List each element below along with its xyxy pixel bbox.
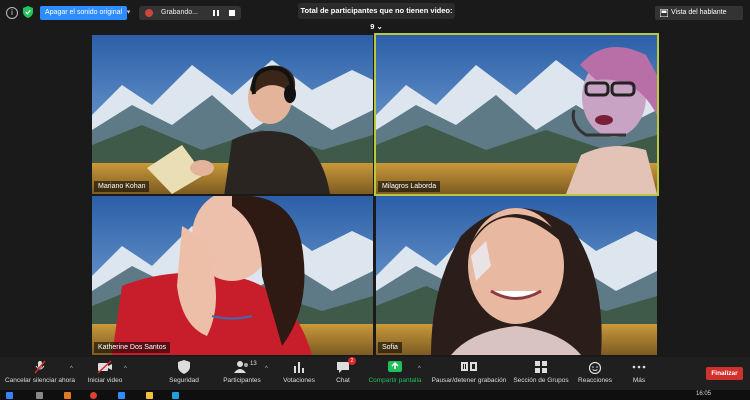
meeting-toolbar: Cancelar silenciar ahora ^ Iniciar video…	[0, 357, 750, 390]
participant-name: Mariano Kohan	[94, 181, 150, 192]
recording-control-label: Pausar/detener grabación	[431, 377, 507, 384]
chat-button[interactable]: 2 Chat	[330, 357, 356, 384]
chat-badge: 2	[348, 357, 356, 365]
participants-without-video-dropdown[interactable]: Total de participantes que no tienen vid…	[298, 3, 455, 31]
info-icon[interactable]: i	[6, 7, 18, 19]
recording-label: Grabando...	[161, 9, 198, 16]
folder-icon[interactable]	[146, 392, 153, 399]
zoom-app-icon[interactable]	[118, 392, 125, 399]
end-meeting-button[interactable]: Finalizar	[706, 367, 743, 380]
participant-name: Milagros Laborda	[378, 181, 441, 192]
breakout-rooms-icon	[535, 361, 547, 373]
people-icon	[234, 361, 248, 373]
meeting-top-bar: i Apagar el sonido original ▾ Grabando..…	[0, 0, 750, 31]
participant-video	[112, 196, 312, 355]
polls-button[interactable]: Votaciones	[281, 360, 317, 384]
pause-icon[interactable]	[213, 10, 219, 16]
unmute-label: Cancelar silenciar ahora	[4, 377, 76, 384]
chevron-up-icon[interactable]: ^	[265, 366, 268, 372]
chrome-icon[interactable]	[90, 392, 97, 399]
speaker-view-label: Vista del hablante	[671, 9, 727, 16]
start-video-button[interactable]: Iniciar video	[84, 360, 126, 384]
participants-count: 13	[250, 361, 257, 367]
breakout-rooms-button[interactable]: Sección de Grupos	[512, 360, 570, 384]
video-tile-katherine[interactable]: Katherine Dos Santos	[92, 196, 373, 355]
share-screen-icon	[388, 361, 402, 372]
participants-banner-label: Total de participantes que no tienen vid…	[300, 6, 453, 31]
video-off-icon	[97, 360, 112, 374]
unmute-button[interactable]: Cancelar silenciar ahora	[4, 360, 76, 384]
original-sound-button[interactable]: Apagar el sonido original	[40, 6, 128, 20]
more-dots-icon	[632, 365, 646, 369]
chevron-down-icon[interactable]: ▾	[124, 6, 133, 20]
video-tile-sofia[interactable]: Sofia	[376, 196, 657, 355]
shield-icon	[178, 360, 190, 374]
chat-label: Chat	[336, 377, 350, 384]
app-icon[interactable]	[172, 392, 179, 399]
recording-indicator: Grabando...	[139, 6, 241, 20]
participant-video	[431, 208, 602, 355]
security-shield-icon[interactable]	[23, 6, 33, 18]
security-label: Seguridad	[169, 377, 199, 384]
taskview-icon[interactable]	[36, 392, 43, 399]
more-button[interactable]: Más	[626, 360, 652, 384]
video-tile-mariano[interactable]: Mariano Kohan	[92, 35, 373, 194]
share-screen-button[interactable]: Compartir pantalla	[366, 360, 424, 384]
share-screen-label: Compartir pantalla	[368, 377, 422, 384]
start-video-label: Iniciar video	[87, 377, 123, 384]
chevron-up-icon[interactable]: ^	[124, 366, 127, 372]
participant-video	[147, 65, 330, 194]
security-button[interactable]: Seguridad	[164, 360, 204, 384]
pause-stop-icon	[461, 362, 477, 371]
participant-video	[566, 47, 657, 194]
video-tile-milagros[interactable]: Milagros Laborda	[374, 33, 659, 196]
participant-name: Sofia	[378, 342, 402, 353]
layout-icon	[660, 9, 668, 17]
chevron-up-icon[interactable]: ^	[418, 366, 421, 372]
reactions-label: Reacciones	[578, 377, 612, 384]
app-icon[interactable]	[64, 392, 71, 399]
stop-icon[interactable]	[229, 10, 235, 16]
more-label: Más	[632, 377, 646, 384]
microphone-muted-icon	[34, 360, 46, 374]
chevron-up-icon[interactable]: ^	[70, 366, 73, 372]
windows-start-icon[interactable]	[6, 392, 13, 399]
record-dot-icon	[145, 9, 153, 17]
polls-label: Votaciones	[283, 377, 315, 384]
pause-stop-recording-button[interactable]: Pausar/detener grabación	[430, 360, 508, 384]
speaker-view-button[interactable]: Vista del hablante	[655, 6, 743, 20]
os-taskbar: 16:05	[0, 390, 750, 400]
participants-label: Participantes	[223, 377, 261, 384]
reactions-button[interactable]: Reacciones	[576, 360, 614, 384]
smiley-plus-icon	[588, 361, 602, 374]
taskbar-clock: 16:05	[696, 391, 712, 397]
breakout-rooms-label: Sección de Grupos	[513, 377, 569, 384]
participants-button[interactable]: Participantes	[220, 360, 264, 384]
participant-name: Katherine Dos Santos	[94, 342, 171, 353]
bar-chart-icon	[294, 362, 304, 373]
